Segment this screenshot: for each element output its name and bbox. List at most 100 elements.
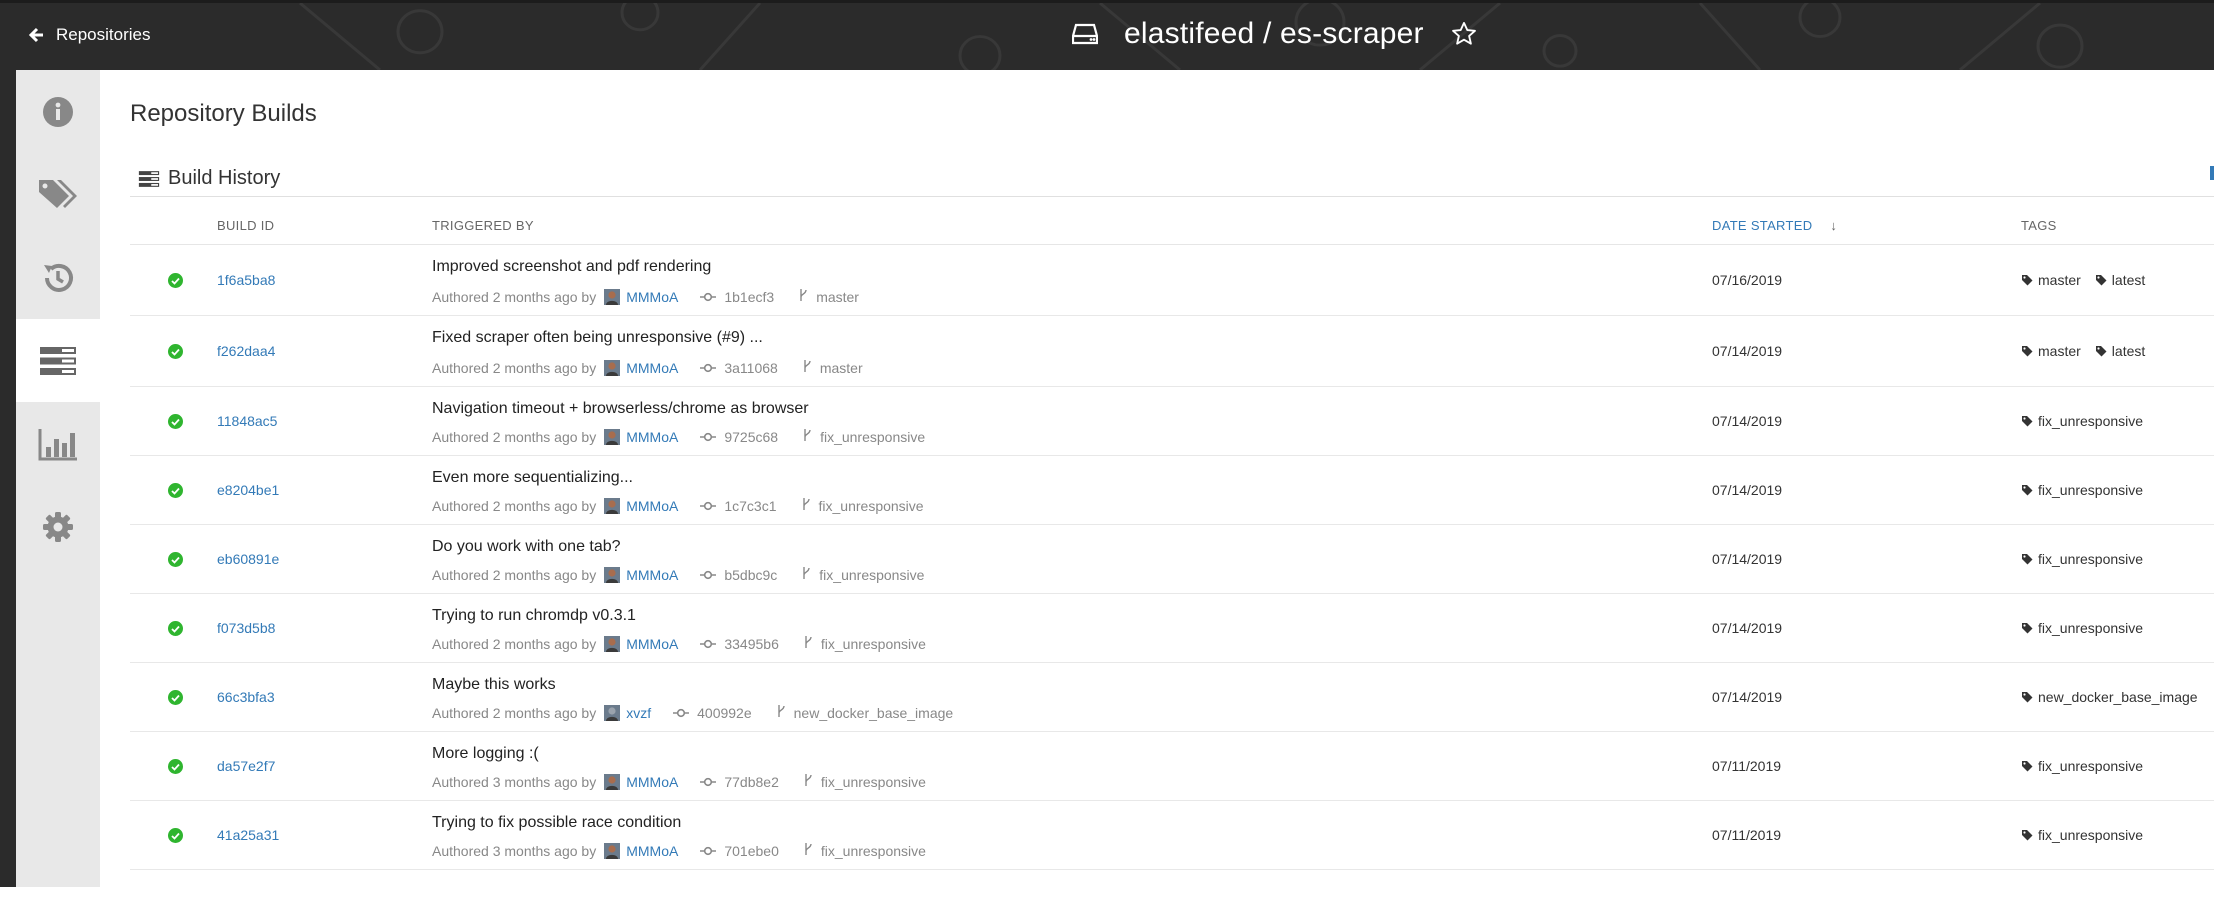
author-link[interactable]: MMMoA <box>626 774 678 790</box>
tag-icon <box>2022 416 2033 427</box>
author-link[interactable]: MMMoA <box>626 567 678 583</box>
tag-chip[interactable]: new_docker_base_image <box>2021 689 2198 705</box>
tag-chip[interactable]: master <box>2021 272 2081 288</box>
tag-chip[interactable]: master <box>2021 343 2081 359</box>
sidebar-item-information[interactable] <box>16 70 100 153</box>
commit-message-link[interactable]: Improved screenshot and pdf rendering <box>432 258 711 276</box>
commit-sha[interactable]: 400992e <box>697 705 752 721</box>
tag-chip[interactable]: fix_unresponsive <box>2021 758 2143 774</box>
sidebar-item-history[interactable] <box>16 236 100 319</box>
check-icon <box>171 487 180 495</box>
build-id-link[interactable]: 66c3bfa3 <box>217 689 275 705</box>
build-tags: fix_unresponsive <box>2021 758 2157 774</box>
author-avatar <box>604 842 621 859</box>
author-link[interactable]: MMMoA <box>626 636 678 652</box>
author-link[interactable]: MMMoA <box>626 289 678 305</box>
build-id-link[interactable]: eb60891e <box>217 551 279 567</box>
check-icon <box>171 556 180 564</box>
author-avatar <box>604 497 621 514</box>
branch-name: fix_unresponsive <box>819 566 925 583</box>
build-success-icon <box>168 344 183 359</box>
tag-label: fix_unresponsive <box>2038 413 2144 429</box>
sort-descending-icon: ↓ <box>1830 218 1838 233</box>
commit-sha[interactable]: 77db8e2 <box>724 774 779 790</box>
column-header-triggered-by: TRIGGERED BY <box>432 218 534 233</box>
authored-text: Authored 2 months ago by <box>432 566 597 583</box>
sidebar-item-builds[interactable] <box>16 319 100 402</box>
table-row: da57e2f7 More logging :( Authored 3 months… <box>130 732 2214 801</box>
tag-chip[interactable]: fix_unresponsive <box>2021 620 2143 636</box>
check-icon <box>171 348 180 356</box>
commit-icon <box>700 363 717 372</box>
table-row: 11848ac5 Navigation timeout + browserless… <box>130 387 2214 456</box>
tag-icon <box>2022 485 2033 496</box>
tag-chip[interactable]: latest <box>2095 272 2145 288</box>
build-id-link[interactable]: f073d5b8 <box>217 620 275 636</box>
build-id-link[interactable]: f262daa4 <box>217 343 275 359</box>
author-avatar <box>604 566 621 583</box>
branch-icon <box>804 360 811 372</box>
commit-sha[interactable]: 701ebe0 <box>724 843 779 859</box>
tag-chip[interactable]: fix_unresponsive <box>2021 827 2143 843</box>
commit-message-link[interactable]: Trying to fix possible race condition <box>432 814 681 832</box>
authored-text: Authored 3 months ago by <box>432 773 597 790</box>
column-header-date-started[interactable]: DATE STARTED ↓ <box>1712 218 1837 233</box>
commit-sha[interactable]: 9725c68 <box>724 429 778 445</box>
commit-sha[interactable]: 1b1ecf3 <box>724 289 774 305</box>
author-link[interactable]: MMMoA <box>626 843 678 859</box>
tag-icon <box>2022 275 2033 286</box>
author-link[interactable]: MMMoA <box>626 498 678 514</box>
build-history-title: Build History <box>168 167 281 189</box>
commit-message-link[interactable]: Navigation timeout + browserless/chrome … <box>432 400 809 418</box>
branch-icon <box>803 567 810 579</box>
commit-meta: Authored 2 months ago by MMMoA 3a11068 mast… <box>432 359 863 376</box>
tag-chip[interactable]: fix_unresponsive <box>2021 551 2143 567</box>
date-started: 07/11/2019 <box>1712 827 1782 843</box>
build-id-link[interactable]: da57e2f7 <box>217 758 275 774</box>
branch-name: fix_unresponsive <box>820 428 926 445</box>
build-id-link[interactable]: 41a25a31 <box>217 827 279 843</box>
commit-message-link[interactable]: Even more sequentializing... <box>432 469 633 487</box>
clipped-action-link[interactable] <box>2210 166 2214 180</box>
star-icon[interactable] <box>1450 20 1478 48</box>
table-row: 1f6a5ba8 Improved screenshot and pdf rend… <box>130 245 2214 316</box>
tag-label: fix_unresponsive <box>2038 758 2144 774</box>
sidebar-item-tags[interactable] <box>16 153 100 236</box>
tag-chip[interactable]: fix_unresponsive <box>2021 413 2143 429</box>
back-to-repositories-link[interactable]: Repositories <box>28 25 151 45</box>
tag-chip[interactable]: latest <box>2095 343 2145 359</box>
commit-message-link[interactable]: Trying to run chromdp v0.3.1 <box>432 607 636 625</box>
tag-icon <box>2022 692 2033 703</box>
authored-text: Authored 2 months ago by <box>432 704 597 721</box>
build-id-link[interactable]: 1f6a5ba8 <box>217 272 275 288</box>
author-avatar <box>604 288 621 305</box>
branch-icon <box>805 843 812 855</box>
build-id-link[interactable]: e8204be1 <box>217 482 279 498</box>
tag-icon <box>2095 346 2107 357</box>
author-link[interactable]: MMMoA <box>626 429 678 445</box>
commit-sha[interactable]: 33495b6 <box>724 636 779 652</box>
sidebar-item-usage-logs[interactable] <box>16 402 100 485</box>
column-header-tags: TAGS <box>2021 218 2057 233</box>
authored-text: Authored 3 months ago by <box>432 842 597 859</box>
build-id-link[interactable]: 11848ac5 <box>217 413 277 429</box>
commit-sha[interactable]: 1c7c3c1 <box>724 498 776 514</box>
table-row: e8204be1 Even more sequentializing... Auth… <box>130 456 2214 525</box>
branch-name: fix_unresponsive <box>820 842 926 859</box>
commit-sha[interactable]: b5dbc9c <box>724 567 777 583</box>
commit-message-link[interactable]: Do you work with one tab? <box>432 538 621 556</box>
sidebar-item-settings[interactable] <box>16 485 100 568</box>
authored-text: Authored 2 months ago by <box>432 288 597 305</box>
author-link[interactable]: xvzf <box>626 705 651 721</box>
branch-icon <box>802 498 810 510</box>
check-icon <box>171 694 180 702</box>
commit-message-link[interactable]: Fixed scraper often being unresponsive (… <box>432 329 763 347</box>
author-avatar <box>604 428 621 445</box>
date-started: 07/11/2019 <box>1712 758 1782 774</box>
build-tags: fix_unresponsive <box>2021 413 2157 429</box>
author-link[interactable]: MMMoA <box>626 360 678 376</box>
tag-chip[interactable]: fix_unresponsive <box>2021 482 2143 498</box>
commit-sha[interactable]: 3a11068 <box>724 360 777 376</box>
commit-message-link[interactable]: Maybe this works <box>432 676 556 694</box>
commit-message-link[interactable]: More logging :( <box>432 745 539 763</box>
